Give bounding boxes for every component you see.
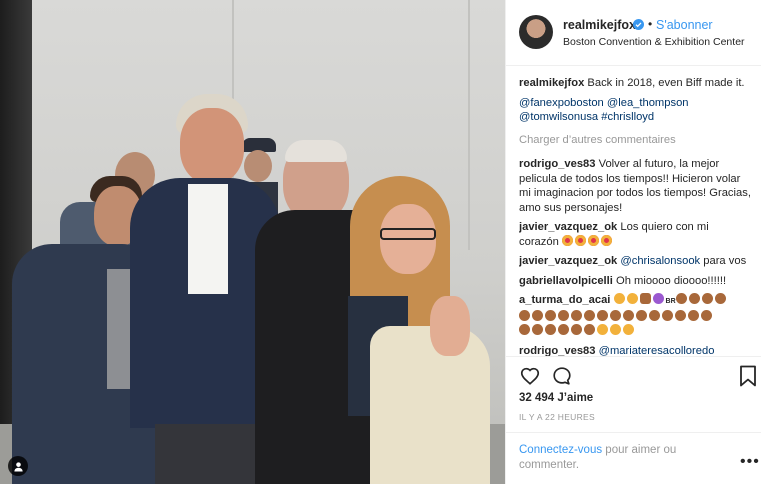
emoji-row <box>519 309 714 323</box>
clap-emoji-icon <box>519 324 530 335</box>
post-sidebar: realmikejfox • S'abonner Boston Conventi… <box>505 0 761 484</box>
login-prompt: Connectez-vous pour aimer ou commenter. … <box>506 432 761 484</box>
comment-item: javier_vazquez_ok Los quiero con mi cora… <box>519 220 751 249</box>
mention-link[interactable]: @tomwilsonusa <box>519 111 598 123</box>
post-timestamp[interactable]: IL Y A 22 HEURES <box>519 412 595 422</box>
comment-username[interactable]: javier_vazquez_ok <box>519 255 617 267</box>
post-actions <box>506 356 761 396</box>
clap-emoji-icon <box>636 309 647 321</box>
clap-emoji-icon <box>688 293 700 304</box>
more-options-icon[interactable]: ••• <box>740 453 760 471</box>
heart-eyes-emoji-icon <box>574 234 586 246</box>
clap-emoji-icon <box>701 309 712 321</box>
mention-link[interactable]: @lea_thompson <box>607 97 689 109</box>
comment-item: a_turma_do_acai BR <box>519 293 751 339</box>
comment-text: Oh mioooo dioooo!!!!!! <box>616 274 727 287</box>
caption-mentions: @fanexpoboston @lea_thompson @tomwilsonu… <box>519 96 751 125</box>
verified-badge-icon <box>633 19 644 30</box>
comment-username[interactable]: rodrigo_ves83 <box>519 158 595 170</box>
likes-label: J’aime <box>557 392 594 404</box>
caption: realmikejfox Back in 2018, even Biff mad… <box>519 76 751 91</box>
user-tag-icon[interactable] <box>8 456 28 476</box>
clap-emoji-icon <box>701 293 713 304</box>
thumbs-up-emoji-icon <box>639 293 651 304</box>
comment-item: rodrigo_ves83 @mariateresacolloredo <box>519 344 751 357</box>
mention-link[interactable]: @chrisalonsook <box>620 255 700 267</box>
scream-emoji-icon <box>613 293 625 304</box>
login-text: Connectez-vous pour aimer ou commenter. <box>519 443 719 473</box>
follow-button[interactable]: S'abonner <box>656 18 713 32</box>
header-separator-dot: • <box>648 17 653 31</box>
likes-count[interactable]: 32 494 J’aime <box>519 392 593 404</box>
clap-emoji-icon <box>532 309 543 321</box>
comment-username[interactable]: gabriellavolpicelli <box>519 275 613 287</box>
comment-icon[interactable] <box>551 365 573 387</box>
mention-link[interactable]: @mariateresacolloredo <box>599 345 715 357</box>
emoji-row <box>519 324 636 337</box>
clap-emoji-icon <box>688 309 699 321</box>
hug-emoji-icon <box>610 324 621 335</box>
post-photo[interactable] <box>0 0 505 484</box>
clap-emoji-icon <box>714 293 726 304</box>
comment-item: rodrigo_ves83 Volver al futuro, la mejor… <box>519 157 751 215</box>
avatar[interactable] <box>519 15 553 49</box>
clap-emoji-icon <box>597 309 608 321</box>
heart-eyes-emoji-icon <box>561 234 573 246</box>
comment-item: javier_vazquez_ok @chrisalonsook para vo… <box>519 254 751 269</box>
header-username[interactable]: realmikejfox <box>563 18 636 32</box>
heart-eyes-emoji-icon <box>587 234 599 246</box>
comment-username[interactable]: rodrigo_ves83 <box>519 345 595 357</box>
comment-username[interactable]: javier_vazquez_ok <box>519 221 617 233</box>
clap-emoji-icon <box>610 309 621 321</box>
clap-emoji-icon <box>545 309 556 321</box>
comment-text: BR <box>665 298 676 305</box>
caption-text: Back in 2018, even Biff made it. <box>587 77 745 89</box>
clap-emoji-icon <box>675 309 686 321</box>
comment-text: para vos <box>703 255 747 267</box>
clap-emoji-icon <box>532 324 543 335</box>
caption-username[interactable]: realmikejfox <box>519 77 584 89</box>
heart-icon[interactable] <box>519 365 541 387</box>
hug-emoji-icon <box>623 324 634 335</box>
comment-username[interactable]: a_turma_do_acai <box>519 294 610 306</box>
mention-link[interactable]: @fanexpoboston <box>519 97 604 109</box>
clap-emoji-icon <box>571 309 582 321</box>
post-header: realmikejfox • S'abonner Boston Conventi… <box>506 0 761 66</box>
comment-item: gabriellavolpicelli Oh mioooo dioooo!!!!… <box>519 274 751 289</box>
clap-emoji-icon <box>623 309 634 321</box>
location-link[interactable]: Boston Convention & Exhibition Center <box>563 36 745 48</box>
clap-emoji-icon <box>519 309 530 321</box>
bookmark-icon[interactable] <box>739 365 757 387</box>
clap-emoji-icon <box>675 293 687 304</box>
likes-number: 32 494 <box>519 392 555 404</box>
login-link[interactable]: Connectez-vous <box>519 444 602 456</box>
clap-emoji-icon <box>558 324 569 335</box>
clap-emoji-icon <box>545 324 556 335</box>
scream-emoji-icon <box>626 293 638 304</box>
hug-emoji-icon <box>597 324 608 335</box>
clap-emoji-icon <box>649 309 660 321</box>
heart-eyes-emoji-icon <box>600 234 612 246</box>
hashtag-link[interactable]: #chrislloyd <box>601 111 654 123</box>
clap-emoji-icon <box>571 324 582 335</box>
photo-person-4 <box>330 176 500 484</box>
clap-emoji-icon <box>662 309 673 321</box>
comments-list: realmikejfox Back in 2018, even Biff mad… <box>519 76 751 356</box>
clap-emoji-icon <box>584 309 595 321</box>
purple-heart-emoji-icon <box>652 293 664 304</box>
clap-emoji-icon <box>558 309 569 321</box>
load-more-comments[interactable]: Charger d’autres commentaires <box>519 133 751 148</box>
clap-emoji-icon <box>584 324 595 335</box>
